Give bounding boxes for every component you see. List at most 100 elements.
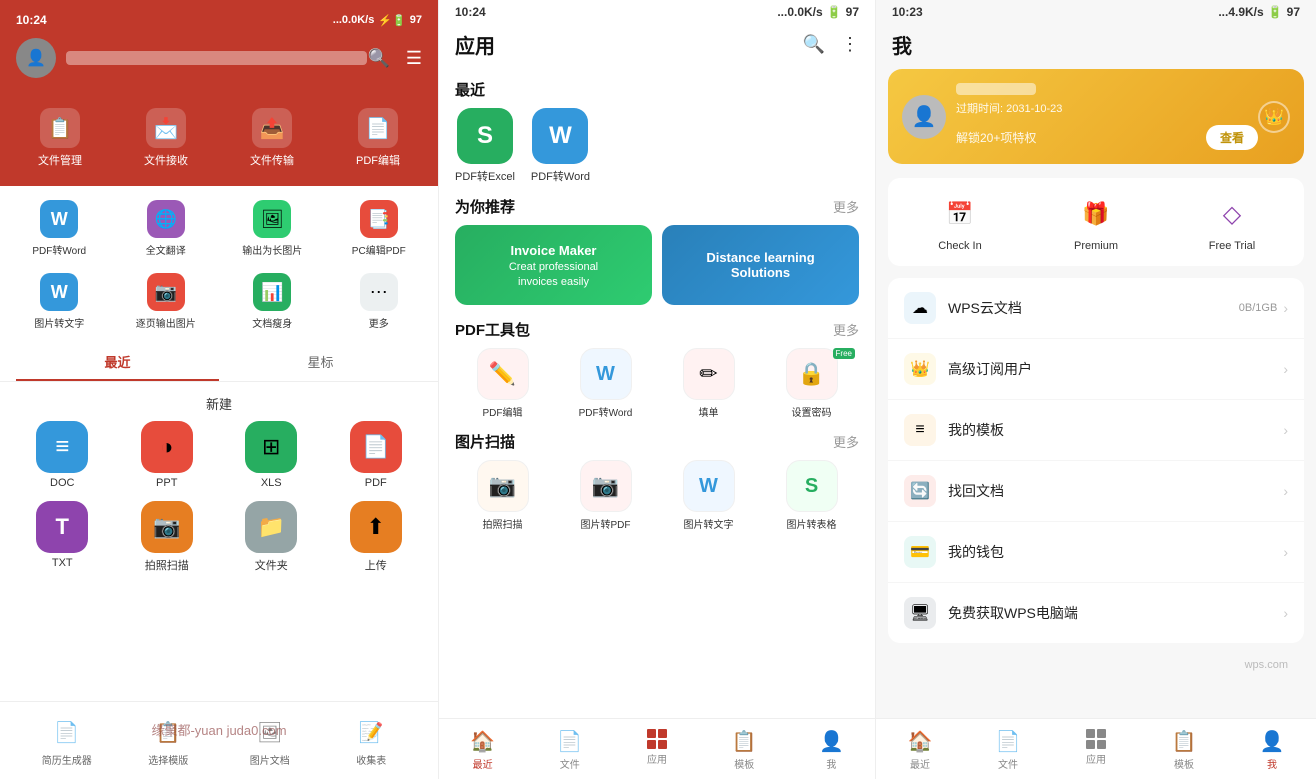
fill-form-tool-icon: ✏ — [683, 348, 735, 400]
pdf-to-excel-label: PDF转Excel — [455, 168, 515, 184]
translate-item[interactable]: 🌐 全文翻译 — [115, 194, 218, 263]
panel3-nav-files[interactable]: 📄 文件 — [964, 725, 1052, 779]
premium-action[interactable]: 🎁 Premium — [1032, 192, 1160, 252]
free-trial-action[interactable]: ◇ Free Trial — [1168, 192, 1296, 252]
img-to-text-tool[interactable]: W 图片转文字 — [661, 460, 756, 531]
search-icon[interactable]: 🔍 — [367, 48, 389, 69]
new-txt-item[interactable]: T TXT — [16, 501, 109, 573]
pc-pdf-item[interactable]: 📑 PC编辑PDF — [328, 194, 431, 263]
recommend-more[interactable]: 更多 — [833, 197, 859, 216]
panel3-nav-me[interactable]: 👤 我 — [1228, 725, 1316, 779]
panel3-nav-templates-icon: 📋 — [1172, 729, 1197, 754]
free-badge: Free — [833, 348, 855, 359]
pdf-tools-more[interactable]: 更多 — [833, 320, 859, 339]
nav-me[interactable]: 👤 我 — [788, 725, 875, 779]
pdf-to-word2-item[interactable]: W PDF转Word — [531, 108, 590, 184]
pdf-edit-item[interactable]: 📄 PDF编辑 — [326, 100, 430, 176]
premium-icon: 🎁 — [1074, 192, 1118, 236]
nav-files[interactable]: 📄 文件 — [526, 725, 613, 779]
nav-recent-label: 最近 — [473, 756, 493, 771]
panel2-more-icon[interactable]: ⋮ — [841, 34, 859, 55]
wps-cloud-right: 0B/1GB — [1239, 302, 1278, 314]
new-upload-item[interactable]: ⬆ 上传 — [330, 501, 423, 573]
pdf-word-tool[interactable]: W PDF转Word — [558, 348, 653, 419]
promo-distance-text: Distance learningSolutions — [706, 250, 814, 280]
form-tool[interactable]: 📝 收集表 — [321, 710, 423, 771]
pdf-tools-title: PDF工具包 — [455, 319, 530, 340]
panel3-nav-recent[interactable]: 🏠 最近 — [876, 725, 964, 779]
slim-doc-item[interactable]: 📊 文档瘦身 — [221, 267, 324, 336]
promo-invoice[interactable]: Invoice MakerCreat professionalinvoices … — [455, 225, 652, 305]
premium-sub-item[interactable]: 👑 高级订阅用户 › — [888, 339, 1304, 400]
nav-me-icon: 👤 — [819, 729, 844, 754]
image-tools-more[interactable]: 更多 — [833, 432, 859, 451]
promo-distance[interactable]: Distance learningSolutions — [662, 225, 859, 305]
pdf-to-word-item[interactable]: W PDF转Word — [8, 194, 111, 263]
premium-label: Premium — [1074, 240, 1118, 252]
vip-card[interactable]: 👤 过期时间: 2031-10-23 解锁20+项特权 查看 👑 — [888, 69, 1304, 164]
panel3-nav-apps[interactable]: 应用 — [1052, 725, 1140, 779]
get-wps-pc-chevron: › — [1283, 605, 1288, 621]
my-template-item[interactable]: ≡ 我的模板 › — [888, 400, 1304, 461]
new-doc-item[interactable]: ≡ DOC — [16, 421, 109, 489]
file-transfer-icon: 📤 — [252, 108, 292, 148]
nav-recent[interactable]: 🏠 最近 — [439, 725, 526, 779]
nav-templates[interactable]: 📋 模板 — [701, 725, 788, 779]
panel3-title-row: 我 — [876, 24, 1316, 69]
set-password-tool[interactable]: Free 🔒 设置密码 — [764, 348, 859, 419]
file-transfer-item[interactable]: 📤 文件传输 — [220, 100, 324, 176]
img-to-table-tool[interactable]: S 图片转表格 — [764, 460, 859, 531]
export-image-item[interactable]: 🖼 输出为长图片 — [221, 194, 324, 263]
nav-apps-icon — [647, 729, 667, 749]
new-pdf-item[interactable]: 📄 PDF — [330, 421, 423, 489]
panel2-time: 10:24 — [455, 5, 486, 19]
new-xls-item[interactable]: ⊞ XLS — [225, 421, 318, 489]
vip-check-button[interactable]: 查看 — [1206, 125, 1258, 150]
tab-starred[interactable]: 星标 — [219, 344, 422, 381]
new-doc-label: DOC — [50, 477, 74, 489]
nav-apps[interactable]: 应用 — [613, 725, 700, 779]
fill-form-tool-label: 填单 — [699, 404, 719, 419]
panel3-nav-recent-icon: 🏠 — [908, 729, 933, 754]
pc-pdf-label: PC编辑PDF — [352, 242, 406, 257]
fill-form-tool[interactable]: ✏ 填单 — [661, 348, 756, 419]
new-pdf-label: PDF — [365, 477, 387, 489]
file-manage-item[interactable]: 📋 文件管理 — [8, 100, 112, 176]
panel3-nav-apps-label: 应用 — [1086, 751, 1106, 766]
wps-cloud-item[interactable]: ☁ WPS云文档 0B/1GB › — [888, 278, 1304, 339]
nav-recent-icon: 🏠 — [470, 729, 495, 754]
photo-scan-tool[interactable]: 📷 拍照扫描 — [455, 460, 550, 531]
more-item[interactable]: ⋯ 更多 — [328, 267, 431, 336]
file-receive-item[interactable]: 📩 文件接收 — [114, 100, 218, 176]
imgdoc-tool[interactable]: 🖼 图片文档 — [219, 710, 321, 771]
tab-recent[interactable]: 最近 — [16, 344, 219, 381]
pdf-to-excel-item[interactable]: S PDF转Excel — [455, 108, 515, 184]
pdf-to-word2-icon: W — [532, 108, 588, 164]
get-wps-pc-item[interactable]: 🖥 免费获取WPS电脑端 › — [888, 583, 1304, 643]
panel3-nav-recent-label: 最近 — [910, 756, 930, 771]
template-tool[interactable]: 📋 选择模版 — [118, 710, 220, 771]
new-folder-label: 文件夹 — [255, 557, 288, 573]
new-ppt-item[interactable]: ◑ PPT — [121, 421, 214, 489]
avatar: 👤 — [16, 38, 56, 78]
slim-doc-icon: 📊 — [253, 273, 291, 311]
check-in-action[interactable]: 📅 Check In — [896, 192, 1024, 252]
my-wallet-item[interactable]: 💳 我的钱包 › — [888, 522, 1304, 583]
page-export-item[interactable]: 📷 逐页输出图片 — [115, 267, 218, 336]
check-in-label: Check In — [938, 240, 981, 252]
img-to-pdf-tool[interactable]: 📷 图片转PDF — [558, 460, 653, 531]
new-scan-item[interactable]: 📷 拍照扫描 — [121, 501, 214, 573]
img-to-text-item[interactable]: W 图片转文字 — [8, 267, 111, 336]
panel3-nav-templates[interactable]: 📋 模板 — [1140, 725, 1228, 779]
panel3-nav: 🏠 最近 📄 文件 应用 📋 模板 👤 我 — [876, 718, 1316, 779]
panel1-top-grid: 📋 文件管理 📩 文件接收 📤 文件传输 📄 PDF编辑 — [0, 90, 438, 186]
panel3-battery-icon: 🔋 — [1268, 5, 1283, 19]
pdf-edit-tool[interactable]: ✏️ PDF编辑 — [455, 348, 550, 419]
resume-tool[interactable]: 📄 简历生成器 — [16, 710, 118, 771]
new-folder-item[interactable]: 📁 文件夹 — [225, 501, 318, 573]
menu-icon[interactable]: ☰ — [406, 48, 422, 69]
panel2-search-icon[interactable]: 🔍 — [803, 34, 825, 55]
file-manage-icon: 📋 — [40, 108, 80, 148]
recover-doc-item[interactable]: 🔄 找回文档 › — [888, 461, 1304, 522]
panel3-nav-templates-label: 模板 — [1174, 756, 1194, 771]
